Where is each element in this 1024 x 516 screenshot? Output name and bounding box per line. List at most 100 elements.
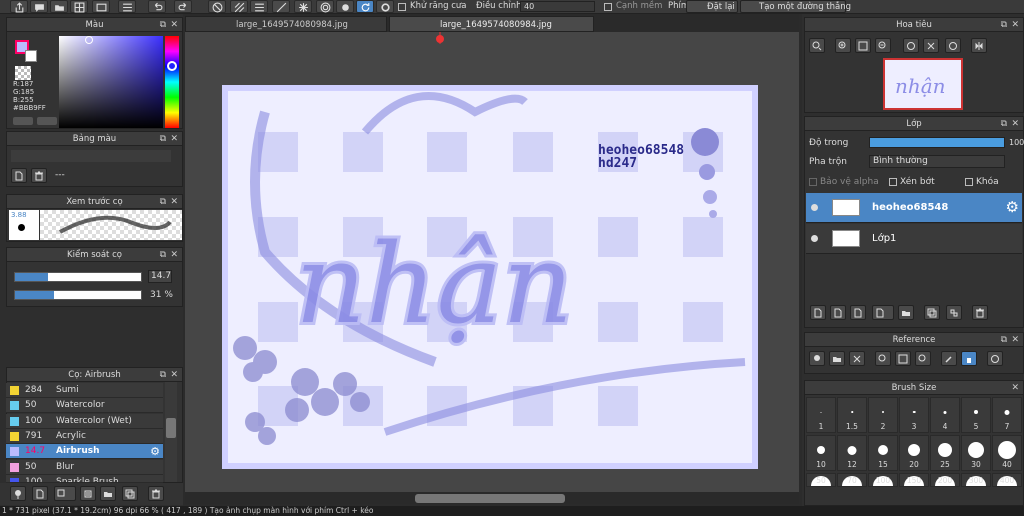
brush-size-cell[interactable]: 40: [992, 435, 1022, 471]
clipping-checkbox[interactable]: [889, 177, 897, 186]
layer-opacity-slider[interactable]: [869, 137, 1005, 148]
transparent-swatch[interactable]: [15, 66, 31, 80]
brush-size-cell[interactable]: 200: [930, 473, 960, 487]
panel-expand-icon[interactable]: ⧉: [1001, 333, 1007, 347]
brush-item[interactable]: 100 Watercolor (Wet): [6, 413, 163, 429]
scrollbar-thumb[interactable]: [415, 494, 565, 503]
scrollbar-thumb[interactable]: [166, 418, 176, 438]
brush-size-cell[interactable]: 3: [899, 397, 929, 433]
reference-close-icon[interactable]: [849, 351, 865, 366]
duplicate-layer-icon[interactable]: [924, 305, 940, 320]
delete-layer-icon[interactable]: [972, 305, 988, 320]
layer-visibility-icon[interactable]: [811, 235, 818, 242]
brush-duplicate-icon[interactable]: [122, 486, 138, 501]
panel-close-icon[interactable]: ✕: [170, 368, 178, 382]
layer-settings-gear-icon[interactable]: ⚙: [1006, 198, 1019, 216]
panel-close-icon[interactable]: ✕: [170, 248, 178, 262]
brush-delete-icon[interactable]: [148, 486, 164, 501]
fit-icon[interactable]: [855, 38, 871, 53]
antialias-checkbox[interactable]: [398, 3, 406, 11]
zoom-out-icon[interactable]: [875, 38, 891, 53]
brush-new-icon[interactable]: [32, 486, 48, 501]
brush-opacity-slider[interactable]: [14, 290, 142, 300]
brush-size-cell[interactable]: 30: [961, 435, 991, 471]
panel-expand-icon[interactable]: ⧉: [1001, 18, 1007, 32]
color-mode-button[interactable]: [13, 117, 33, 125]
hatch-icon[interactable]: [250, 0, 268, 13]
brush-size-cell[interactable]: 1: [806, 397, 836, 433]
panel-close-icon[interactable]: ✕: [170, 18, 178, 32]
draw-line-button[interactable]: Tạo một đường thẳng: [740, 0, 851, 13]
reference-fit-icon[interactable]: [895, 351, 911, 366]
menu-icon[interactable]: [118, 0, 136, 13]
reference-folder-icon[interactable]: [829, 351, 845, 366]
brush-size-cell[interactable]: 25: [930, 435, 960, 471]
pattern-icon[interactable]: [230, 0, 248, 13]
panel-close-icon[interactable]: ✕: [1011, 381, 1019, 395]
panel-close-icon[interactable]: ✕: [1011, 18, 1019, 32]
folder-icon[interactable]: [50, 0, 68, 13]
redo-icon[interactable]: [174, 0, 192, 13]
zoom-plus-icon[interactable]: [835, 38, 851, 53]
brush-size-slider[interactable]: [14, 272, 142, 282]
brush-size-cell[interactable]: 70: [837, 473, 867, 487]
new-layer-8bit-icon[interactable]: [830, 305, 846, 320]
undo-icon[interactable]: [148, 0, 166, 13]
brush-size-cell[interactable]: 400: [992, 473, 1022, 487]
brush-size-cell[interactable]: 50: [806, 473, 836, 487]
new-layer-dropdown-icon[interactable]: [872, 305, 894, 320]
brush-settings-icon[interactable]: [80, 486, 96, 501]
reset-view-icon[interactable]: [923, 38, 939, 53]
brush-folder-icon[interactable]: [100, 486, 116, 501]
protect-alpha-option[interactable]: Bảo vệ alpha: [809, 177, 879, 187]
protect-alpha-checkbox[interactable]: [809, 177, 817, 186]
navigator-thumbnail[interactable]: nhận: [883, 58, 963, 110]
panel-expand-icon[interactable]: ⧉: [1001, 117, 1007, 131]
brush-size-cell[interactable]: 15: [868, 435, 898, 471]
brush-size-cell[interactable]: 12: [837, 435, 867, 471]
grid-icon[interactable]: [70, 0, 88, 13]
palette-area[interactable]: [11, 150, 171, 162]
panel-close-icon[interactable]: ✕: [170, 132, 178, 146]
brush-size-cell[interactable]: 4: [930, 397, 960, 433]
burst-icon[interactable]: [294, 0, 312, 13]
rotate-icon[interactable]: [356, 0, 374, 13]
panel-expand-icon[interactable]: ⧉: [160, 18, 166, 32]
settings-gear-icon[interactable]: [376, 0, 394, 13]
export-icon[interactable]: [10, 0, 28, 13]
brush-copy-dropdown-icon[interactable]: [54, 486, 76, 501]
new-layer-1bit-icon[interactable]: [850, 305, 866, 320]
brush-size-cell[interactable]: 300: [961, 473, 991, 487]
canvas-horizontal-scrollbar[interactable]: [185, 492, 799, 504]
blend-mode-select[interactable]: Bình thường: [869, 155, 1005, 168]
document-tab-1[interactable]: large_1649574080984.jpg: [185, 16, 387, 32]
new-layer-icon[interactable]: [810, 305, 826, 320]
delete-palette-icon[interactable]: [31, 168, 47, 183]
sub-color-swatch[interactable]: [25, 50, 37, 62]
layer-row-heoheo68548[interactable]: heoheo68548 ⚙: [806, 193, 1022, 223]
layer-folder-icon[interactable]: [898, 305, 914, 320]
brush-size-cell[interactable]: 1.5: [837, 397, 867, 433]
brush-size-cell[interactable]: 2: [868, 397, 898, 433]
rotate-right-icon[interactable]: [945, 38, 961, 53]
brush-size-cell[interactable]: 150: [899, 473, 929, 487]
zoom-in-icon[interactable]: [809, 38, 825, 53]
brush-list-scrollbar[interactable]: [165, 382, 177, 482]
reset-button[interactable]: Đặt lại: [686, 0, 738, 13]
panel-expand-icon[interactable]: ⧉: [160, 248, 166, 262]
comment-icon[interactable]: [30, 0, 48, 13]
brush-settings-gear-icon[interactable]: ⚙: [150, 444, 160, 459]
panel-close-icon[interactable]: ✕: [170, 195, 178, 209]
brush-size-cell[interactable]: 7: [992, 397, 1022, 433]
brush-size-cell[interactable]: 100: [868, 473, 898, 487]
panel-close-icon[interactable]: ✕: [1011, 333, 1019, 347]
brush-size-cell[interactable]: 5: [961, 397, 991, 433]
brush-size-value[interactable]: 14.7: [148, 270, 172, 283]
lock-option[interactable]: Khóa: [965, 177, 999, 187]
saturation-value-picker[interactable]: [59, 36, 163, 128]
hue-slider[interactable]: [165, 36, 179, 128]
layer-visibility-icon[interactable]: [811, 204, 818, 211]
brush-item[interactable]: 100 Sparkle Brush: [6, 474, 163, 483]
brush-item[interactable]: 14.7 Airbrush ⚙: [6, 444, 163, 460]
merge-layer-icon[interactable]: [946, 305, 962, 320]
